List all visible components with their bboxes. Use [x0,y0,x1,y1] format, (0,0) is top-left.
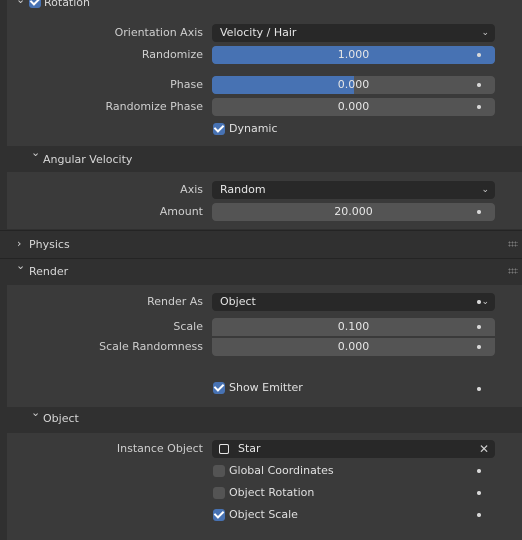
keyframe-dot-icon[interactable] [477,469,481,473]
amount-value: 20.000 [334,205,373,218]
orientation-axis-label: Orientation Axis [114,26,203,39]
keyframe-dot-icon[interactable] [477,345,481,349]
object-title: Object [43,412,79,425]
randomize-phase-value: 0.000 [337,100,370,113]
amount-label: Amount [159,205,203,218]
dynamic-label: Dynamic [229,122,278,135]
keyframe-dot-icon[interactable] [477,300,481,304]
orientation-axis-value: Velocity / Hair [220,26,297,39]
randomize-label: Randomize [141,48,203,61]
keyframe-dot-icon[interactable] [477,83,481,87]
scale-value: 0.100 [337,320,370,333]
randomize-value: 1.000 [337,48,370,61]
drag-handle-icon[interactable] [508,268,518,274]
phase-slider-fill [212,76,354,94]
keyframe-dot-icon[interactable] [477,491,481,495]
chevron-right-icon[interactable]: › [17,237,21,250]
chevron-down-icon[interactable]: ⌄ [16,0,25,6]
randomize-phase-label: Randomize Phase [105,100,203,113]
keyframe-dot-icon[interactable] [477,513,481,517]
drag-handle-icon[interactable] [508,241,518,247]
keyframe-dot-icon[interactable] [477,105,481,109]
instance-object-field[interactable]: Star ✕ [212,440,495,458]
render-as-label: Render As [147,295,203,308]
orientation-axis-dropdown[interactable]: Velocity / Hair ⌄ [212,24,495,42]
render-title: Render [29,265,69,278]
physics-header[interactable] [7,231,522,257]
phase-label: Phase [170,78,203,91]
chevron-down-icon[interactable]: ⌄ [31,146,40,159]
scale-randomness-value: 0.000 [337,340,370,353]
angular-velocity-title: Angular Velocity [43,153,133,166]
scale-randomness-label: Scale Randomness [99,340,203,353]
axis-value: Random [220,183,266,196]
chevron-down-icon: ⌄ [481,297,489,307]
scale-label: Scale [173,320,203,333]
object-scale-label: Object Scale [229,508,298,521]
render-as-value: Object [220,295,256,308]
show-emitter-label: Show Emitter [229,381,303,394]
object-rotation-label: Object Rotation [229,486,315,499]
randomize-slider[interactable]: 1.000 [212,46,495,64]
axis-label: Axis [180,183,203,196]
global-coordinates-checkbox[interactable] [213,465,225,477]
rotation-title: Rotation [44,0,91,9]
render-as-dropdown[interactable]: Object ⌄ [212,293,495,311]
chevron-down-icon: ⌄ [481,28,489,38]
chevron-down-icon: ⌄ [481,185,489,195]
object-rotation-checkbox[interactable] [213,487,225,499]
scale-field[interactable]: 0.100 [212,318,495,336]
object-header[interactable] [7,407,522,433]
render-header[interactable] [7,259,522,285]
amount-field[interactable]: 20.000 [212,203,495,221]
chevron-down-icon[interactable]: ⌄ [16,259,25,272]
object-icon [219,444,229,454]
global-coordinates-label: Global Coordinates [229,464,334,477]
instance-object-label: Instance Object [116,442,203,455]
dynamic-checkbox[interactable] [213,123,225,135]
phase-slider[interactable]: 0.000 [212,76,495,94]
show-emitter-checkbox[interactable] [213,382,225,394]
randomize-phase-field[interactable]: 0.000 [212,98,495,116]
physics-title: Physics [29,238,70,251]
close-icon[interactable]: ✕ [479,440,489,458]
chevron-down-icon[interactable]: ⌄ [31,406,40,419]
keyframe-dot-icon[interactable] [477,210,481,214]
keyframe-dot-icon[interactable] [477,325,481,329]
keyframe-dot-icon[interactable] [477,53,481,57]
keyframe-dot-icon[interactable] [477,387,481,391]
scale-randomness-field[interactable]: 0.000 [212,338,495,356]
phase-value: 0.000 [337,78,370,91]
object-scale-checkbox[interactable] [213,509,225,521]
rotation-enable-checkbox[interactable] [29,0,41,8]
axis-dropdown[interactable]: Random ⌄ [212,181,495,199]
instance-object-value: Star [238,442,261,455]
